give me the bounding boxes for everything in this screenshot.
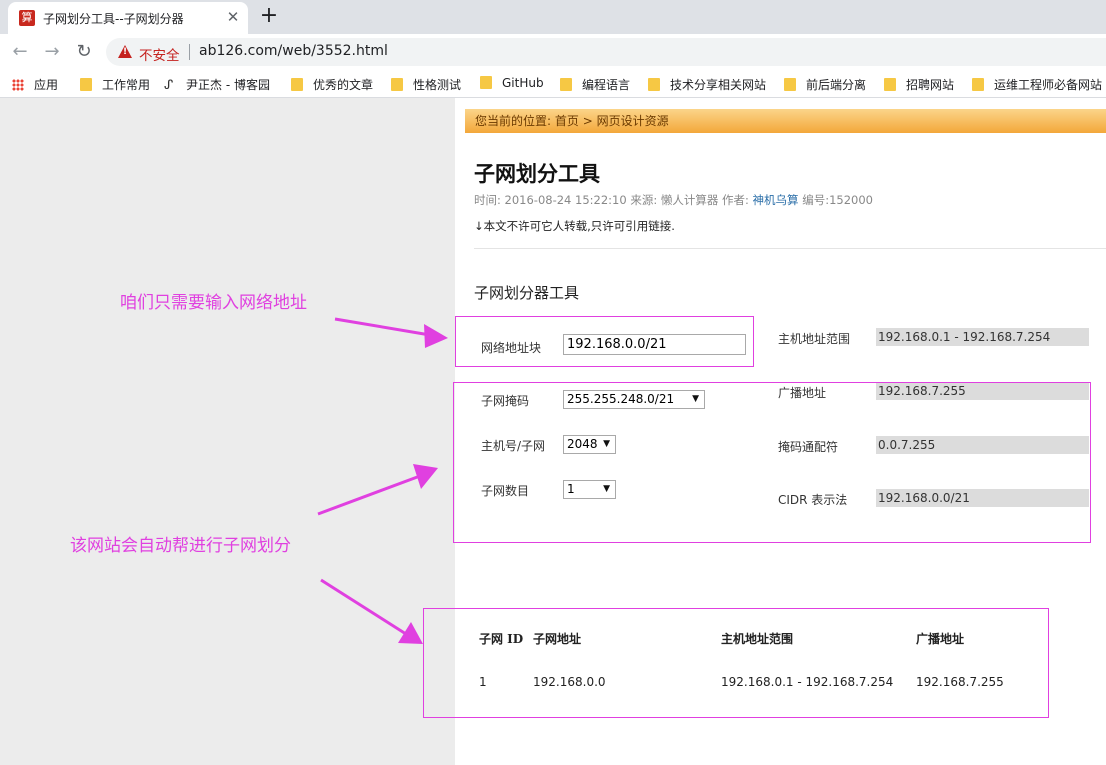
host-range-output: 192.168.0.1 - 192.168.7.254 — [876, 328, 1089, 346]
address-divider — [189, 44, 190, 60]
bookmark-label: 运维工程师必备网站 — [994, 78, 1103, 92]
bookmark-label: 招聘网站 — [906, 78, 955, 92]
bookmark-label: 编程语言 — [582, 78, 631, 92]
back-arrow-icon[interactable]: ← — [8, 40, 32, 64]
meta-number: 编号:152000 — [802, 193, 873, 207]
bookmark-folder[interactable]: 前后端分离 — [784, 76, 866, 92]
bookmark-label: 应用 — [34, 78, 59, 92]
browser-toolbar: ← → ↻ 不安全 ab126.com/web/3552.html — [0, 34, 1106, 70]
bookmark-label: GitHub — [502, 76, 544, 90]
meta-source: 来源: 懒人计算器 — [630, 193, 719, 207]
meta-author-link[interactable]: 神机乌算 — [753, 193, 799, 207]
annotation-box-table — [423, 608, 1049, 718]
folder-icon — [560, 78, 572, 91]
divider — [474, 248, 1106, 249]
folder-icon — [972, 78, 984, 91]
tool-heading: 子网划分器工具 — [474, 284, 580, 302]
bookmark-label: 工作常用 — [102, 78, 151, 92]
new-tab-button[interactable]: + — [256, 3, 282, 29]
forward-arrow-icon[interactable]: → — [40, 40, 64, 64]
bookmark-folder[interactable]: 工作常用 — [80, 76, 150, 92]
bookmark-folder[interactable]: GitHub — [480, 76, 544, 92]
meta-author-label: 作者: — [722, 193, 749, 207]
folder-icon — [291, 78, 303, 91]
apps-grid-icon — [12, 79, 24, 91]
address-bar[interactable]: 不安全 ab126.com/web/3552.html — [106, 38, 1106, 66]
bookmark-folder[interactable]: 运维工程师必备网站 — [972, 76, 1102, 92]
annotation-note-auto: 该网站会自动帮进行子网划分 — [70, 536, 291, 556]
bookmark-label: 尹正杰 - 博客园 — [186, 78, 270, 92]
warning-triangle-icon[interactable] — [118, 45, 132, 58]
breadcrumb: 您当前的位置: 首页 > 网页设计资源 — [465, 109, 1106, 133]
annotation-note-input: 咱们只需要输入网络地址 — [120, 293, 307, 313]
breadcrumb-section-link[interactable]: 网页设计资源 — [597, 114, 669, 128]
breadcrumb-home-link[interactable]: 首页 — [555, 114, 579, 128]
folder-icon — [884, 78, 896, 91]
bookmark-folder[interactable]: 技术分享相关网站 — [648, 76, 766, 92]
breadcrumb-prefix: 您当前的位置: — [475, 114, 552, 128]
site-favicon-icon: 算 — [19, 10, 35, 26]
folder-icon — [480, 76, 492, 89]
bookmark-label: 技术分享相关网站 — [670, 78, 767, 92]
bookmark-apps[interactable]: 应用 — [12, 76, 58, 92]
active-tab[interactable]: 算 子网划分工具--子网划分器 ✕ — [8, 2, 248, 34]
security-label[interactable]: 不安全 — [139, 44, 180, 64]
bookmark-label: 性格测试 — [413, 78, 462, 92]
bookmark-link[interactable]: ᔑ 尹正杰 - 博客园 — [164, 76, 270, 93]
tab-strip: 算 子网划分工具--子网划分器 ✕ + — [0, 0, 1106, 34]
article-meta: 时间: 2016-08-24 15:22:10 来源: 懒人计算器 作者: 神机… — [474, 192, 873, 208]
reload-icon[interactable]: ↻ — [72, 40, 96, 64]
page-title: 子网划分工具 — [474, 162, 600, 186]
url-text[interactable]: ab126.com/web/3552.html — [199, 43, 388, 59]
bookmark-label: 前后端分离 — [806, 78, 867, 92]
close-icon[interactable]: ✕ — [224, 8, 242, 26]
bookmark-label: 优秀的文章 — [313, 78, 374, 92]
folder-icon — [784, 78, 796, 91]
meta-time: 时间: 2016-08-24 15:22:10 — [474, 193, 627, 207]
folder-icon — [391, 78, 403, 91]
tab-title: 子网划分工具--子网划分器 — [43, 12, 184, 26]
folder-icon — [648, 78, 660, 91]
page-viewport: 您当前的位置: 首页 > 网页设计资源 子网划分工具 时间: 2016-08-2… — [0, 98, 1106, 765]
bookmark-folder[interactable]: 优秀的文章 — [291, 76, 373, 92]
bookmark-folder[interactable]: 招聘网站 — [884, 76, 954, 92]
breadcrumb-separator: > — [582, 114, 593, 128]
host-range-label: 主机地址范围 — [778, 332, 851, 346]
bookmark-folder[interactable]: 性格测试 — [391, 76, 461, 92]
annotation-box-input — [455, 316, 754, 367]
folder-icon — [80, 78, 92, 91]
copyright-notice: ↓本文不许可它人转载,只许可引用链接. — [474, 219, 675, 233]
bookmark-folder[interactable]: 编程语言 — [560, 76, 630, 92]
bookmarks-bar: 应用 工作常用 ᔑ 尹正杰 - 博客园 优秀的文章 性格测试 GitHub 编程语… — [0, 70, 1106, 98]
left-gutter — [0, 98, 455, 765]
blog-logo-icon: ᔑ — [164, 78, 174, 93]
annotation-box-results — [453, 382, 1091, 543]
